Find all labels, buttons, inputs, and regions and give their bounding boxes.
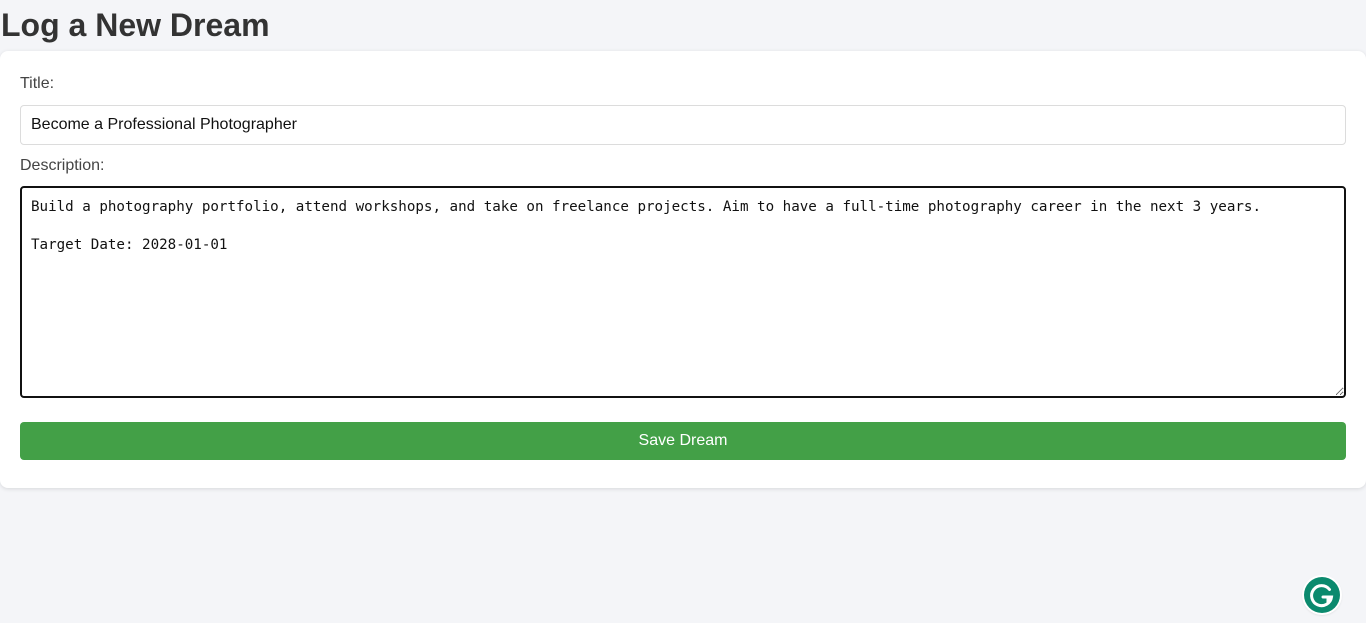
save-dream-button[interactable]: Save Dream	[20, 422, 1346, 460]
title-label: Title:	[20, 75, 55, 92]
description-label: Description:	[20, 157, 105, 174]
description-textarea[interactable]: Build a photography portfolio, attend wo…	[20, 186, 1346, 398]
grammarly-g-icon	[1310, 584, 1334, 608]
grammarly-icon[interactable]	[1304, 577, 1340, 613]
dream-form-card: Title: Description: Build a photography …	[0, 51, 1366, 488]
title-input[interactable]	[20, 105, 1346, 145]
page-title: Log a New Dream	[1, 7, 270, 43]
